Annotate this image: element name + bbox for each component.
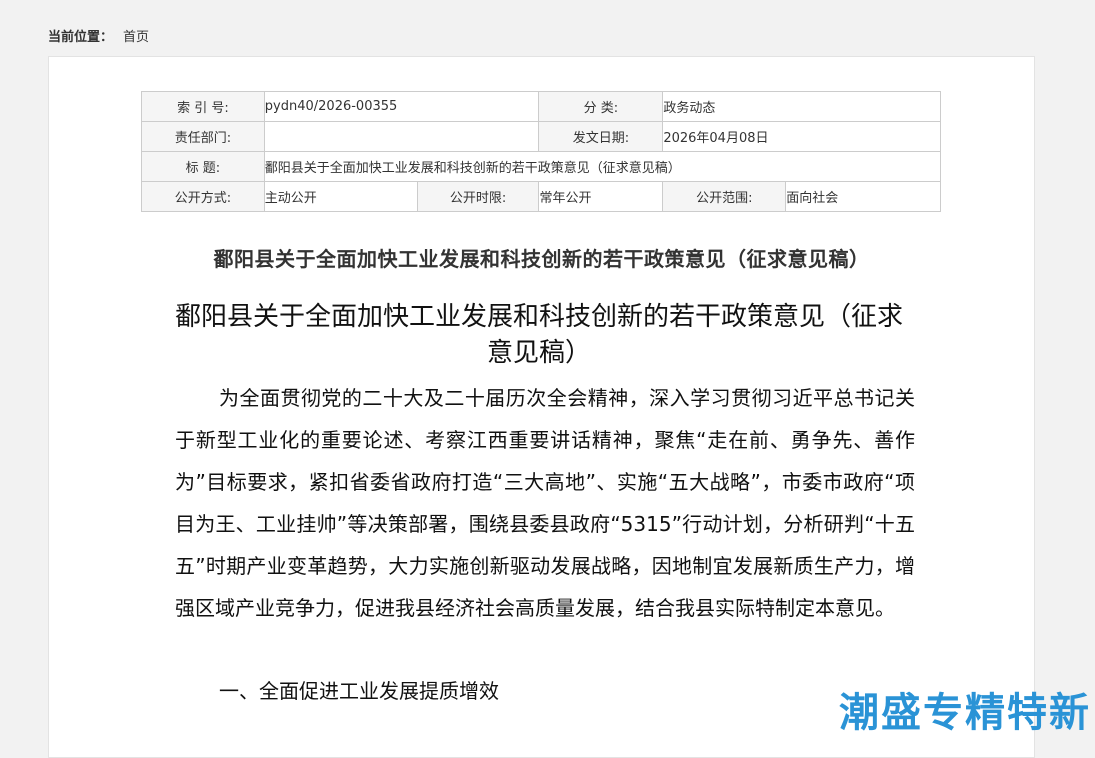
info-row-disclosure: 公开方式: 主动公开 公开时限: 常年公开 公开范围: 面向社会: [141, 181, 941, 212]
info-row-index: 索 引 号: pydn40/2026-00355 分 类: 政务动态: [141, 91, 941, 122]
breadcrumb-home-link[interactable]: 首页: [123, 26, 149, 45]
title-value: 鄱阳县关于全面加快工业发展和科技创新的若干政策意见（征求意见稿）: [263, 151, 942, 182]
disclosure-period-key: 公开时限:: [416, 181, 540, 212]
document-info-table: 索 引 号: pydn40/2026-00355 分 类: 政务动态 责任部门:…: [141, 91, 942, 212]
category-value: 政务动态: [662, 91, 941, 122]
index-number-value: pydn40/2026-00355: [263, 91, 540, 122]
article-title: 鄱阳县关于全面加快工业发展和科技创新的若干政策意见（征求意见稿）: [213, 247, 870, 271]
issue-date-value: 2026年04月08日: [662, 121, 941, 152]
responsible-dept-key: 责任部门:: [141, 121, 265, 152]
info-row-title: 标 题: 鄱阳县关于全面加快工业发展和科技创新的若干政策意见（征求意见稿）: [141, 151, 942, 182]
watermark-logo: 潮盛专精特新: [839, 690, 1091, 736]
disclosure-period-value: 常年公开: [538, 181, 664, 212]
article-paragraph: 为全面贯彻党的二十大及二十届历次全会精神，深入学习贯彻习近平总书记关于新型工业化…: [175, 386, 915, 620]
index-number-key: 索 引 号:: [141, 91, 265, 122]
title-key: 标 题:: [141, 151, 265, 182]
disclosure-scope-value: 面向社会: [785, 181, 941, 212]
breadcrumb: 当前位置： 首页: [48, 26, 149, 45]
issue-date-key: 发文日期:: [538, 121, 664, 152]
category-key: 分 类:: [538, 91, 664, 122]
disclosure-method-key: 公开方式:: [141, 181, 265, 212]
disclosure-scope-key: 公开范围:: [662, 181, 787, 212]
article-panel: 索 引 号: pydn40/2026-00355 分 类: 政务动态 责任部门:…: [48, 56, 1035, 758]
disclosure-method-value: 主动公开: [263, 181, 418, 212]
responsible-dept-value: [263, 121, 540, 152]
breadcrumb-label: 当前位置：: [48, 30, 114, 45]
info-row-dept: 责任部门: 发文日期: 2026年04月08日: [141, 121, 941, 152]
section-heading-1: 一、全面促进工业发展提质增效: [219, 679, 499, 703]
article-main-heading: 鄱阳县关于全面加快工业发展和科技创新的若干政策意见（征求意见稿）: [174, 302, 903, 368]
